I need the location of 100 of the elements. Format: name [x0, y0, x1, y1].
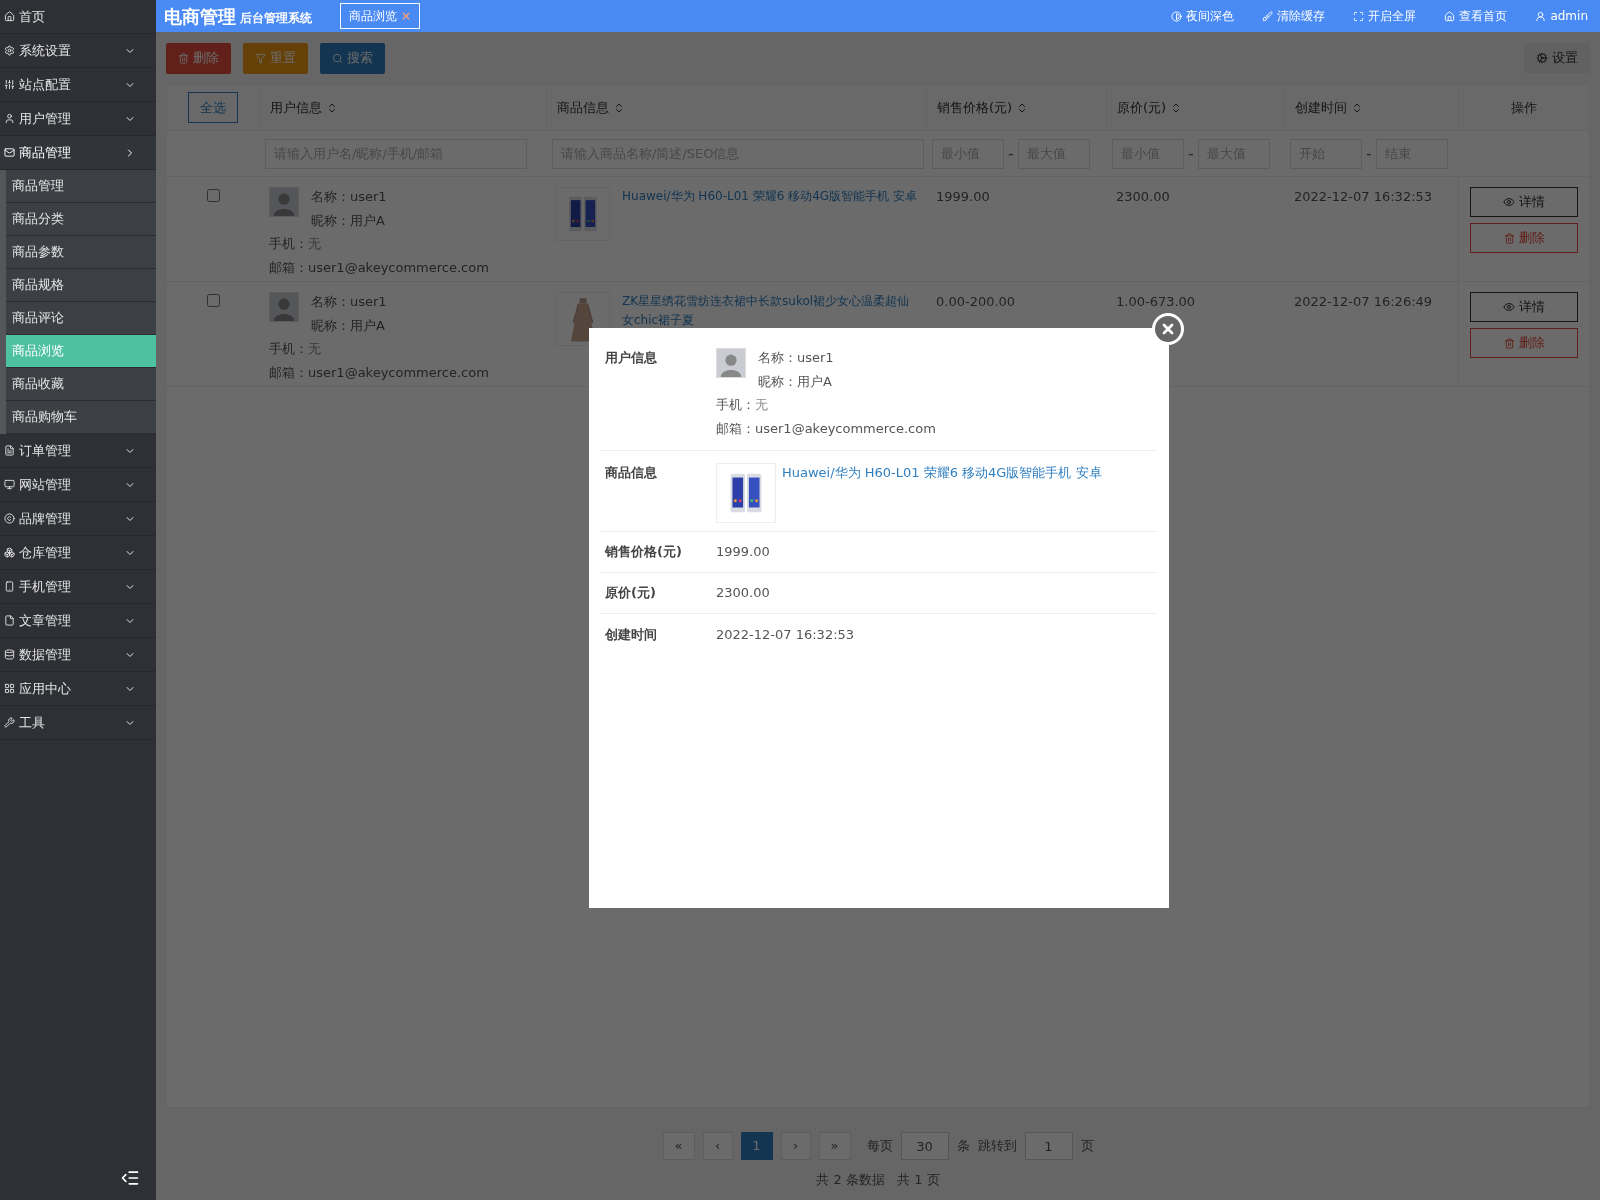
user-nickname: 昵称：用户A: [311, 211, 386, 230]
contrast-icon: [1171, 10, 1183, 22]
first-page-button[interactable]: «: [662, 1132, 695, 1160]
wrench-icon: [4, 717, 15, 728]
phone-icon: [4, 581, 15, 592]
header-link[interactable]: 清除缓存: [1262, 7, 1326, 25]
gear-icon: [4, 45, 15, 56]
row-checkbox[interactable]: [206, 294, 220, 307]
product-link[interactable]: Huawei/华为 H60-L01 荣耀6 移动4G版智能手机 安卓: [782, 463, 1102, 519]
pagination-summary: 共 2 条数据 共 1 页: [816, 1171, 940, 1189]
phone-value: 无: [755, 396, 768, 414]
jump-field[interactable]: 1: [1024, 1132, 1073, 1160]
column-header[interactable]: 商品信息: [557, 97, 625, 118]
next-page-button[interactable]: ›: [780, 1132, 811, 1160]
created-time: 2022-12-07 16:32:53: [1294, 189, 1433, 204]
avatar-icon: [716, 348, 746, 378]
gear-icon: [1536, 52, 1548, 64]
field-label: 销售价格(元): [603, 543, 683, 562]
phone-label: 手机：: [269, 340, 308, 358]
unit-label: 条: [956, 1137, 970, 1156]
field-value: 2022-12-07 16:32:53: [716, 625, 855, 644]
field-label: 用户信息: [604, 349, 658, 367]
settings-button[interactable]: 设置: [1524, 43, 1590, 73]
delete-button[interactable]: 删除: [1470, 328, 1578, 358]
header-link[interactable]: admin: [1535, 7, 1588, 25]
sidebar-item[interactable]: 商品管理: [0, 136, 156, 170]
column-header[interactable]: 操作: [1511, 97, 1537, 118]
column-header[interactable]: 原价(元): [1117, 97, 1183, 118]
last-page-button[interactable]: »: [818, 1132, 851, 1160]
user-icon: [4, 113, 15, 124]
field-value: 2300.00: [716, 584, 770, 603]
app-subtitle: 后台管理系统: [240, 10, 312, 27]
page-unit-label: 页: [1080, 1137, 1094, 1156]
range-separator: -: [1366, 142, 1372, 165]
search-icon: [332, 52, 343, 64]
copyright-icon: [4, 513, 15, 524]
sale-price: 1999.00: [936, 189, 990, 204]
sale-price: 0.00-200.00: [936, 294, 1016, 309]
user-email: 邮箱：user1@akeycommerce.com: [269, 363, 490, 382]
sort-icon: [326, 101, 338, 114]
original-price: 1.00-673.00: [1116, 294, 1196, 309]
user-nickname: 昵称：用户A: [311, 316, 386, 335]
user-email: 邮箱：user1@akeycommerce.com: [716, 419, 936, 438]
phone-label: 手机：: [716, 396, 755, 414]
grid-icon: [4, 683, 15, 694]
sort-icon: [1351, 101, 1363, 114]
user-icon: [1535, 10, 1547, 22]
header-link[interactable]: 夜间深色: [1171, 7, 1235, 25]
avatar-icon: [269, 292, 299, 322]
column-header[interactable]: 创建时间: [1295, 97, 1363, 118]
page-button[interactable]: 1: [740, 1132, 773, 1160]
user-nickname: 昵称：用户A: [758, 372, 833, 391]
select-all-button[interactable]: 全选: [188, 92, 238, 123]
toolbar-button[interactable]: 搜索: [320, 42, 385, 74]
avatar-icon: [269, 187, 299, 217]
eye-icon: [1503, 196, 1515, 208]
prev-page-button[interactable]: ‹: [702, 1132, 733, 1160]
trash-icon: [1503, 232, 1515, 244]
sidebar-subitem[interactable]: 商品购物车: [6, 401, 156, 434]
header-link[interactable]: 查看首页: [1444, 7, 1508, 25]
menu-icon[interactable]: [120, 1168, 140, 1188]
sidebar-subitem[interactable]: 商品规格: [6, 269, 156, 302]
detail-button[interactable]: 详情: [1470, 187, 1578, 217]
boxes-icon: [4, 547, 15, 558]
close-icon: [1160, 321, 1176, 337]
trash-icon: [178, 52, 189, 64]
detail-button[interactable]: 详情: [1470, 292, 1578, 322]
row-checkbox[interactable]: [206, 189, 220, 202]
field-label: 原价(元): [604, 584, 657, 603]
range-separator: -: [1008, 142, 1014, 165]
user-name: 名称：user1: [311, 293, 387, 311]
app-title: 电商管理: [164, 4, 236, 29]
per-page-label: 每页: [866, 1137, 893, 1156]
sidebar-subitem[interactable]: 商品参数: [6, 236, 156, 269]
sidebar-subitem[interactable]: 商品管理: [6, 170, 156, 203]
sliders-icon: [4, 79, 15, 90]
field-label: 商品信息: [604, 464, 658, 482]
toolbar-button[interactable]: 删除: [166, 42, 231, 74]
delete-button[interactable]: 删除: [1470, 223, 1578, 253]
product-link[interactable]: Huawei/华为 H60-L01 荣耀6 移动4G版智能手机 安卓: [622, 187, 917, 281]
home-icon: [1444, 10, 1456, 22]
filter-icon: [255, 52, 266, 64]
page-tab[interactable]: 商品浏览 ×: [340, 3, 421, 29]
per-page-field[interactable]: 30: [900, 1132, 949, 1160]
trash-icon: [1503, 337, 1515, 349]
toolbar-button[interactable]: 重置: [243, 42, 308, 74]
column-header[interactable]: 用户信息: [270, 97, 338, 118]
original-price: 2300.00: [1116, 189, 1170, 204]
sort-icon: [613, 101, 625, 114]
sidebar-subitem[interactable]: 商品收藏: [6, 368, 156, 401]
sidebar-subitem[interactable]: 商品浏览: [6, 335, 156, 368]
created-time: 2022-12-07 16:26:49: [1294, 294, 1433, 309]
column-header[interactable]: 销售价格(元): [937, 97, 1029, 118]
monitor-icon: [4, 479, 15, 490]
sidebar-subitem[interactable]: 商品分类: [6, 203, 156, 236]
header-link[interactable]: 开启全屏: [1353, 7, 1417, 25]
sidebar-subitem[interactable]: 商品评论: [6, 302, 156, 335]
jump-label: 跳转到: [977, 1137, 1017, 1156]
range-separator: -: [1188, 142, 1194, 165]
user-name: 名称：user1: [311, 188, 387, 206]
